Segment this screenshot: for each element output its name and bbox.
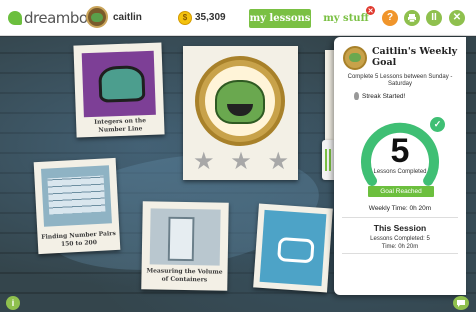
streak-status: Streak Started! — [362, 93, 406, 100]
coin-icon: $ — [178, 11, 192, 25]
logo-mark-icon — [8, 11, 22, 25]
star-rating: ★ ★ ★ — [193, 150, 289, 174]
help-button[interactable]: ? — [382, 10, 398, 26]
pause-button[interactable]: II — [426, 10, 442, 26]
session-title: This Session — [373, 223, 427, 233]
lesson-title: Integers on the Number Line — [94, 117, 147, 134]
print-button[interactable] — [404, 10, 420, 26]
gamepad-icon — [259, 209, 327, 287]
weekly-goal-panel: Caitlin's Weekly Goal Complete 5 Lessons… — [334, 37, 466, 295]
info-button[interactable]: i — [6, 296, 20, 310]
top-bar: dreambox caitlin $ 35,309 my lessons my … — [0, 0, 476, 36]
tab-my-stuff[interactable]: my stuff ✕ — [321, 6, 375, 28]
session-lessons: Lessons Completed: 5 — [370, 236, 430, 242]
star-icon: ★ — [230, 148, 252, 175]
username: caitlin — [113, 12, 142, 23]
divider — [342, 217, 458, 218]
lesson-thumbnail — [81, 50, 156, 118]
lessons-completed-label: Lessons Completed — [373, 169, 427, 175]
lesson-thumbnail — [149, 208, 221, 266]
lesson-card-game[interactable] — [253, 203, 333, 293]
check-icon: ✓ — [430, 117, 445, 132]
lesson-thumbnail — [41, 165, 112, 227]
chat-button[interactable] — [453, 296, 469, 310]
frog-character — [205, 66, 275, 136]
star-icon: ★ — [193, 148, 215, 175]
lessons-completed-count: 5 — [390, 132, 410, 170]
session-time: Time: 0h 20m — [381, 244, 419, 250]
flame-icon — [354, 92, 359, 100]
divider — [342, 253, 458, 254]
lesson-title: Measuring the Volume of Containers — [146, 267, 223, 284]
lesson-medal — [195, 56, 285, 146]
lesson-card-volume[interactable]: Measuring the Volume of Containers — [141, 201, 229, 291]
goal-description: Complete 5 Lessons between Sunday - Satu… — [347, 74, 453, 87]
current-lesson-card[interactable]: ★ ★ ★ — [183, 46, 298, 180]
goal-status-badge: Goal Reached — [368, 186, 434, 197]
lesson-card-number-pairs[interactable]: Finding Number Pairs 150 to 200 — [33, 157, 121, 255]
goal-avatar — [343, 46, 367, 70]
coin-balance: 35,309 — [195, 12, 226, 23]
star-icon: ★ — [267, 148, 289, 175]
avatar[interactable] — [86, 6, 108, 28]
close-button[interactable]: ✕ — [449, 10, 465, 26]
dreambox-logo[interactable]: dreambox — [8, 9, 96, 27]
notification-badge: ✕ — [366, 6, 375, 15]
print-icon — [408, 14, 416, 23]
tab-my-stuff-label: my stuff — [323, 13, 369, 24]
lesson-card-integers[interactable]: Integers on the Number Line — [73, 42, 165, 138]
chat-icon — [457, 300, 465, 307]
goal-title: Caitlin's Weekly Goal — [372, 46, 458, 68]
logo-text: dreambox — [24, 9, 96, 27]
tab-my-lessons[interactable]: my lessons — [249, 9, 311, 28]
panel-collapse-handle[interactable] — [322, 140, 334, 180]
frog-icon — [215, 80, 265, 124]
lesson-title: Finding Number Pairs 150 to 200 — [41, 230, 116, 248]
weekly-time: Weekly Time: 0h 20m — [368, 205, 432, 212]
